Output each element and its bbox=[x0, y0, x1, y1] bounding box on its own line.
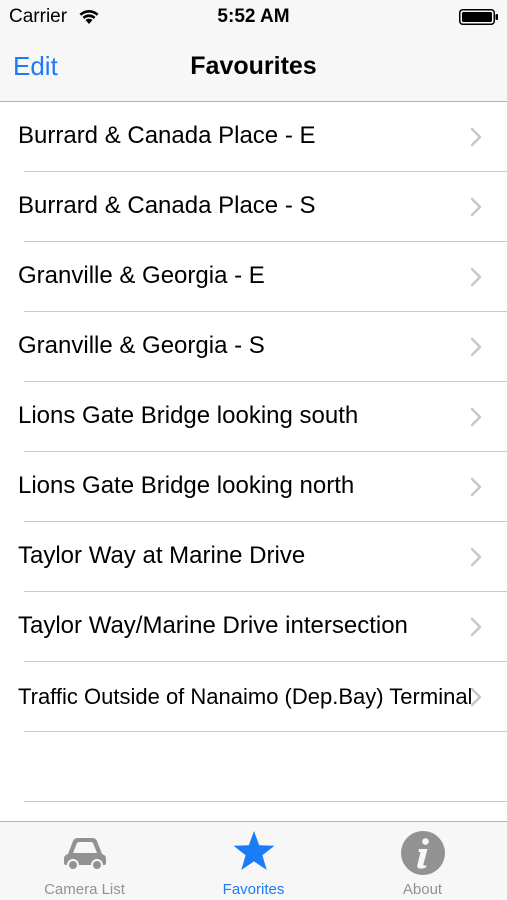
list-item-label: Taylor Way/Marine Drive intersection bbox=[18, 612, 408, 639]
star-icon bbox=[233, 831, 274, 870]
empty-row bbox=[24, 732, 507, 802]
list-item-label: Burrard & Canada Place - S bbox=[18, 192, 316, 219]
list-item-label: Lions Gate Bridge looking south bbox=[18, 402, 359, 429]
tab-label: Favorites bbox=[222, 881, 285, 898]
list-item[interactable]: Lions Gate Bridge looking north bbox=[18, 452, 507, 522]
list-item[interactable]: Granville & Georgia - S bbox=[18, 312, 507, 382]
list-item-label: Granville & Georgia - S bbox=[18, 332, 265, 359]
tab-about[interactable]: About bbox=[338, 822, 507, 900]
info-icon bbox=[400, 831, 445, 875]
list-item-label: Taylor Way at Marine Drive bbox=[18, 542, 306, 569]
list-item-label: Burrard & Canada Place - E bbox=[18, 122, 316, 149]
chevron-right-icon bbox=[470, 197, 482, 217]
list-item[interactable]: Taylor Way/Marine Drive intersection bbox=[18, 592, 507, 662]
list-item[interactable]: Lions Gate Bridge looking south bbox=[18, 382, 507, 452]
tab-label: Camera List bbox=[44, 881, 125, 898]
list-item-label: Lions Gate Bridge looking north bbox=[18, 472, 355, 499]
list-item[interactable]: Burrard & Canada Place - S bbox=[18, 172, 507, 242]
list-item[interactable]: Granville & Georgia - E bbox=[18, 242, 507, 312]
app-screen: Carrier 5:52 AM Edit Favourites Burrard … bbox=[0, 0, 507, 900]
list-item-label: Granville & Georgia - E bbox=[18, 262, 265, 289]
tab-label: About bbox=[402, 881, 443, 898]
navigation-bar: Edit Favourites bbox=[0, 34, 507, 102]
page-title: Favourites bbox=[190, 52, 317, 80]
tab-favorites[interactable]: Favorites bbox=[169, 822, 338, 900]
tab-bar: Camera List Favorites About bbox=[0, 821, 507, 900]
car-icon bbox=[63, 838, 106, 870]
favourites-list: Burrard & Canada Place - E Burrard & Can… bbox=[0, 102, 507, 802]
chevron-right-icon bbox=[470, 547, 482, 567]
chevron-right-icon bbox=[470, 687, 482, 707]
tab-camera-list[interactable]: Camera List bbox=[0, 822, 169, 900]
list-item[interactable]: Traffic Outside of Nanaimo (Dep.Bay) Ter… bbox=[18, 662, 507, 732]
chevron-right-icon bbox=[470, 267, 482, 287]
list-item-label: Traffic Outside of Nanaimo (Dep.Bay) Ter… bbox=[18, 684, 473, 709]
chevron-right-icon bbox=[470, 337, 482, 357]
chevron-right-icon bbox=[470, 127, 482, 147]
status-time: 5:52 AM bbox=[217, 6, 290, 27]
battery-icon bbox=[459, 9, 498, 25]
chevron-right-icon bbox=[470, 407, 482, 427]
chevron-right-icon bbox=[470, 617, 482, 637]
chevron-right-icon bbox=[470, 477, 482, 497]
list-item[interactable]: Burrard & Canada Place - E bbox=[18, 102, 507, 172]
status-bar: Carrier 5:52 AM bbox=[0, 0, 507, 34]
list-item[interactable]: Taylor Way at Marine Drive bbox=[18, 522, 507, 592]
